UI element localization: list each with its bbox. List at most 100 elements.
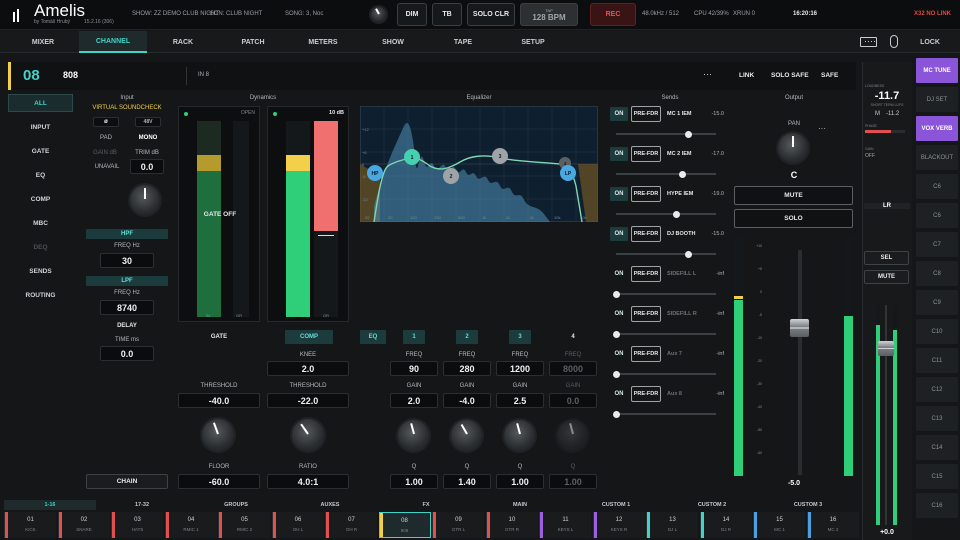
bank-tab-5[interactable]: FX (380, 500, 472, 510)
sidebar-item-mbc[interactable]: MBC (8, 214, 73, 232)
send-prefdr-button-2[interactable]: PRE-FDR (631, 146, 661, 162)
comp-threshold-value[interactable]: -22.0 (267, 393, 349, 408)
output-more-button[interactable]: ··· (818, 124, 826, 133)
pan-knob[interactable] (778, 133, 808, 163)
eq-2-gain-value[interactable]: -4.0 (443, 393, 491, 408)
channel-name[interactable]: 808 (63, 70, 78, 80)
lock-button[interactable]: LOCK (910, 31, 950, 53)
bank-tab-8[interactable]: CUSTOM 2 (666, 500, 758, 510)
eq-2-q-knob[interactable] (451, 420, 482, 451)
send-prefdr-button-8[interactable]: PRE-FDR (631, 386, 661, 402)
channel-strip-14[interactable]: 14 DJ R (699, 512, 752, 538)
eq-1-freq-value[interactable]: 90 (390, 361, 438, 376)
send-level-handle-4[interactable] (684, 250, 692, 258)
bank-tab-2[interactable]: 17-32 (96, 500, 188, 510)
scene-button[interactable]: VOX VERB (916, 116, 958, 141)
virtual-soundcheck-button[interactable]: VIRTUAL SOUNDCHECK (86, 105, 168, 111)
send-on-button-2[interactable]: ON (610, 147, 628, 161)
eq-3-q-knob[interactable] (504, 420, 535, 451)
scene-button[interactable]: C7 (916, 232, 958, 257)
master-mute-button[interactable]: MUTE (864, 270, 909, 284)
scene-button[interactable]: BLACKOUT (916, 145, 958, 170)
send-level-slider-8[interactable] (612, 410, 716, 418)
scene-button[interactable]: C11 (916, 348, 958, 373)
monitor-level-knob[interactable] (371, 7, 386, 22)
chain-button[interactable]: CHAIN (86, 474, 168, 489)
eq-1-gain-value[interactable]: 2.0 (390, 393, 438, 408)
tab-show[interactable]: SHOW (366, 31, 420, 53)
send-level-slider-2[interactable] (616, 170, 716, 178)
keyboard-icon[interactable] (860, 37, 877, 47)
tab-meters[interactable]: METERS (296, 31, 350, 53)
sidebar-item-all[interactable]: ALL (8, 94, 73, 112)
channel-strip-16[interactable]: 16 MC 2 (806, 512, 859, 538)
channel-strip-01[interactable]: 01 KICK (4, 512, 56, 538)
master-select-button[interactable]: SEL (864, 251, 909, 265)
scene-button[interactable]: C13 (916, 406, 958, 431)
eq-band-3-button[interactable]: 3 (509, 330, 531, 344)
send-prefdr-button-7[interactable]: PRE-FDR (631, 346, 661, 362)
channel-more-button[interactable]: ··· (703, 69, 712, 79)
gate-button[interactable]: GATE (178, 334, 260, 340)
send-prefdr-button-3[interactable]: PRE-FDR (631, 186, 661, 202)
eq-node-lp[interactable]: LP (560, 165, 576, 181)
scene-button[interactable]: C8 (916, 261, 958, 286)
bank-tab-9[interactable]: CUSTOM 3 (762, 500, 854, 510)
record-button[interactable]: REC (590, 3, 636, 26)
eq-4-q-knob[interactable] (557, 420, 588, 451)
send-level-handle-2[interactable] (678, 170, 686, 178)
scene-button[interactable]: C9 (916, 290, 958, 315)
channel-strip-03[interactable]: 03 HATS (111, 512, 163, 538)
floor-value[interactable]: -60.0 (178, 474, 260, 489)
lpf-freq-value[interactable]: 8740 (100, 300, 154, 315)
send-prefdr-button-6[interactable]: PRE-FDR (631, 306, 661, 322)
eq-1-q-knob[interactable] (398, 420, 429, 451)
scene-name[interactable]: SCN: CLUB NIGHT (210, 11, 262, 17)
send-level-handle-8[interactable] (612, 410, 620, 418)
delay-time-value[interactable]: 0.0 (100, 346, 154, 361)
mouse-icon[interactable] (890, 35, 898, 48)
channel-strip-02[interactable]: 02 SNARE (57, 512, 110, 538)
tab-rack[interactable]: RACK (156, 31, 210, 53)
tab-mixer[interactable]: MIXER (18, 31, 68, 53)
channel-strip-08[interactable]: 08 808 (378, 512, 431, 538)
talkback-button[interactable]: TB (432, 3, 462, 26)
sidebar-item-sends[interactable]: SENDS (8, 262, 73, 280)
channel-strip-09[interactable]: 09 GTR L (432, 512, 484, 538)
channel-strip-05[interactable]: 05 RMIC 2 (218, 512, 270, 538)
mono-button[interactable]: MONO (135, 135, 161, 141)
output-fader-cap[interactable] (790, 319, 809, 337)
eq-3-q-value[interactable]: 1.00 (496, 474, 544, 489)
eq-band-4-button[interactable]: 4 (550, 334, 596, 340)
send-on-button-7[interactable]: ON (610, 347, 628, 361)
solo-safe-button[interactable]: SOLO SAFE (771, 72, 809, 79)
channel-strip-10[interactable]: 10 GTR R (485, 512, 538, 538)
show-name[interactable]: SHOW: ZZ DEMO CLUB NIGHT (132, 11, 219, 17)
eq-band-1-button[interactable]: 1 (403, 330, 425, 344)
trim-knob[interactable] (130, 185, 160, 215)
send-level-slider-3[interactable] (616, 210, 716, 218)
sidebar-item-input[interactable]: INPUT (8, 118, 73, 136)
channel-strip-15[interactable]: 15 MC 1 (753, 512, 805, 538)
eq-graph[interactable]: 20 50 100 200 500 1k 2k 5k 10k 20k +12+6 0-6 … (360, 106, 598, 222)
tab-tape[interactable]: TAPE (436, 31, 490, 53)
eq-node-hp[interactable]: HP (367, 165, 383, 181)
comp-button[interactable]: COMP (285, 330, 333, 344)
eq-3-gain-value[interactable]: 2.5 (496, 393, 544, 408)
knee-value[interactable]: 2.0 (267, 361, 349, 376)
tab-channel[interactable]: CHANNEL (79, 31, 147, 53)
send-on-button-3[interactable]: ON (610, 187, 628, 201)
send-on-button-8[interactable]: ON (610, 387, 628, 401)
scene-button[interactable]: C6 (916, 174, 958, 199)
send-level-handle-5[interactable] (612, 290, 620, 298)
send-level-handle-1[interactable] (684, 130, 692, 138)
sidebar-item-gate[interactable]: GATE (8, 142, 73, 160)
eq-4-q-value[interactable]: 1.00 (549, 474, 597, 489)
gate-threshold-value[interactable]: -40.0 (178, 393, 260, 408)
hpf-freq-value[interactable]: 30 (100, 253, 154, 268)
eq-node-2[interactable]: 2 (443, 168, 459, 184)
scene-button[interactable]: MC TUNE (916, 58, 958, 83)
tab-patch[interactable]: PATCH (226, 31, 280, 53)
safe-button[interactable]: SAFE (821, 72, 838, 79)
comp-threshold-knob[interactable] (292, 419, 324, 451)
